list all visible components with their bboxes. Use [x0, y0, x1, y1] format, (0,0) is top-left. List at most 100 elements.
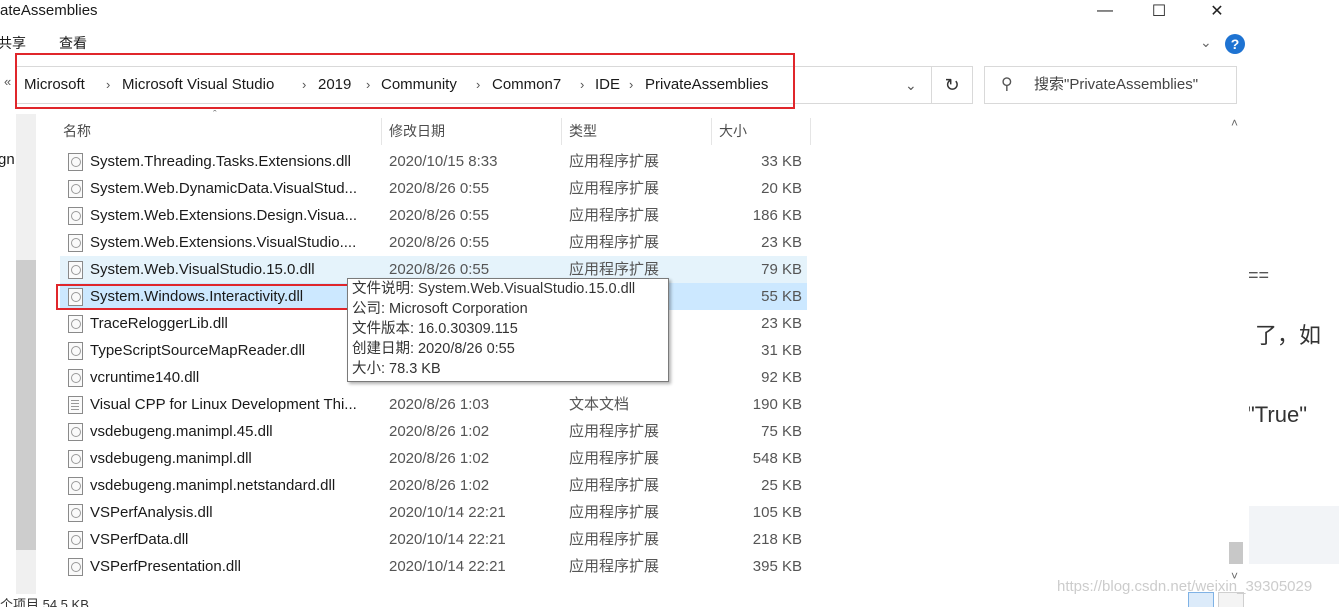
ribbon-expand-icon[interactable]: ⌄ [1200, 34, 1212, 51]
chevron-down-icon[interactable]: ⌄ [905, 67, 917, 103]
column-divider[interactable] [381, 118, 382, 145]
explorer-window: ateAssemblies — ☐ ✕ 共享 查看 ⌄ ? « Microsof… [0, 0, 1249, 607]
column-header-type[interactable]: 类型 [569, 118, 597, 145]
column-divider[interactable] [561, 118, 562, 145]
file-row[interactable]: vsdebugeng.manimpl.dll 2020/8/26 1:02 应用… [60, 445, 807, 472]
file-size: 23 KB [761, 234, 802, 251]
file-type: 应用程序扩展 [569, 180, 660, 197]
file-size: 79 KB [761, 261, 802, 278]
file-name: vsdebugeng.manimpl.45.dll [90, 423, 273, 440]
dll-file-icon [68, 207, 83, 225]
file-name: TypeScriptSourceMapReader.dll [90, 342, 306, 359]
file-name: Visual CPP for Linux Development Thi... [90, 396, 357, 413]
file-row[interactable]: VSPerfPresentation.dll 2020/10/14 22:21 … [60, 553, 807, 580]
nav-scroll-thumb[interactable] [16, 260, 36, 550]
search-placeholder: 搜索"PrivateAssemblies" [1034, 76, 1199, 93]
file-type: 应用程序扩展 [569, 504, 660, 521]
file-name: System.Web.DynamicData.VisualStud... [90, 180, 358, 197]
file-name: VSPerfPresentation.dll [90, 558, 241, 575]
dll-file-icon [68, 180, 83, 198]
dll-file-icon [68, 261, 83, 279]
file-name: System.Web.Extensions.VisualStudio.... [90, 234, 357, 251]
file-name: vcruntime140.dll [90, 369, 200, 386]
file-name: System.Web.Extensions.Design.Visua... [90, 207, 358, 224]
file-size: 186 KB [752, 207, 802, 224]
file-size: 25 KB [761, 477, 802, 494]
file-date: 2020/8/26 0:55 [389, 234, 490, 251]
file-size: 105 KB [752, 504, 802, 521]
nav-pane-scrollbar[interactable] [16, 114, 36, 594]
ribbon-tab-view[interactable]: 查看 [59, 33, 87, 53]
file-date: 2020/10/14 22:21 [389, 531, 506, 548]
file-date: 2020/8/26 1:02 [389, 423, 490, 440]
search-input[interactable]: ⚲ 搜索"PrivateAssemblies" [984, 66, 1237, 104]
bg-text-fragment-2: "True" [1247, 402, 1308, 427]
maximize-icon[interactable]: ☐ [1136, 0, 1182, 22]
text-file-icon [68, 396, 83, 414]
file-type: 应用程序扩展 [569, 450, 660, 467]
file-row[interactable]: vsdebugeng.manimpl.45.dll 2020/8/26 1:02… [60, 418, 807, 445]
file-name: vsdebugeng.manimpl.netstandard.dll [90, 477, 336, 494]
column-header-name[interactable]: 名称 [63, 118, 91, 145]
file-row[interactable]: System.Web.Extensions.VisualStudio.... 2… [60, 229, 807, 256]
file-date: 2020/8/26 0:55 [389, 207, 490, 224]
file-type: 应用程序扩展 [569, 207, 660, 224]
refresh-icon[interactable]: ↻ [931, 66, 973, 104]
dll-file-icon [68, 504, 83, 522]
dll-file-icon [68, 153, 83, 171]
file-size: 20 KB [761, 180, 802, 197]
file-type: 应用程序扩展 [569, 558, 660, 575]
dll-file-icon [68, 315, 83, 333]
nav-pane-fragment: gn [0, 151, 15, 168]
column-header-date[interactable]: 修改日期 [389, 118, 445, 145]
minimize-icon[interactable]: — [1082, 0, 1128, 22]
file-size: 33 KB [761, 153, 802, 170]
file-info-tooltip: 文件说明: System.Web.VisualStudio.15.0.dll 公… [347, 278, 669, 382]
file-type: 应用程序扩展 [569, 423, 660, 440]
file-name: System.Threading.Tasks.Extensions.dll [90, 153, 351, 170]
close-icon[interactable]: ✕ [1194, 0, 1240, 22]
file-type: 应用程序扩展 [569, 477, 660, 494]
file-row[interactable]: System.Web.DynamicData.VisualStud... 202… [60, 175, 807, 202]
file-date: 2020/10/14 22:21 [389, 558, 506, 575]
tooltip-description: 文件说明: System.Web.VisualStudio.15.0.dll [352, 281, 636, 297]
file-size: 190 KB [752, 396, 802, 413]
dll-file-icon [68, 477, 83, 495]
file-type: 应用程序扩展 [569, 153, 660, 170]
tooltip-size: 大小: 78.3 KB [352, 361, 441, 377]
file-type: 应用程序扩展 [569, 531, 660, 548]
window-title: ateAssemblies [0, 2, 98, 19]
file-size: 55 KB [761, 288, 802, 305]
file-size: 548 KB [752, 450, 802, 467]
scroll-up-icon[interactable]: ˄ [1231, 116, 1238, 130]
bg-panel [1249, 506, 1339, 564]
bg-text-fragment-1: 了，如 [1255, 323, 1322, 348]
help-icon[interactable]: ? [1225, 34, 1245, 54]
file-size: 218 KB [752, 531, 802, 548]
file-row[interactable]: vsdebugeng.manimpl.netstandard.dll 2020/… [60, 472, 807, 499]
file-row[interactable]: System.Web.Extensions.Design.Visua... 20… [60, 202, 807, 229]
scroll-thumb[interactable] [1229, 542, 1243, 564]
column-divider[interactable] [810, 118, 811, 145]
file-row[interactable]: VSPerfAnalysis.dll 2020/10/14 22:21 应用程序… [60, 499, 807, 526]
file-name: TraceReloggerLib.dll [90, 315, 228, 332]
dll-file-icon [68, 342, 83, 360]
dll-file-icon [68, 369, 83, 387]
history-back-icon[interactable]: « [4, 74, 11, 89]
column-header-size[interactable]: 大小 [719, 118, 747, 145]
file-name: VSPerfData.dll [90, 531, 189, 548]
file-date: 2020/10/15 8:33 [389, 153, 498, 170]
file-row[interactable]: Visual CPP for Linux Development Thi... … [60, 391, 807, 418]
column-divider[interactable] [711, 118, 712, 145]
file-row[interactable]: System.Threading.Tasks.Extensions.dll 20… [60, 148, 807, 175]
file-type: 文本文档 [569, 396, 630, 413]
file-size: 31 KB [761, 342, 802, 359]
file-list-scrollbar[interactable]: ˄ ˅ [1226, 114, 1248, 594]
ribbon-tab-share[interactable]: 共享 [0, 33, 26, 53]
file-row[interactable]: VSPerfData.dll 2020/10/14 22:21 应用程序扩展 2… [60, 526, 807, 553]
dll-file-icon [68, 423, 83, 441]
file-name: System.Web.VisualStudio.15.0.dll [90, 261, 315, 278]
dll-file-icon [68, 450, 83, 468]
file-date: 2020/8/26 0:55 [389, 180, 490, 197]
tooltip-version: 文件版本: 16.0.30309.115 [352, 321, 518, 337]
